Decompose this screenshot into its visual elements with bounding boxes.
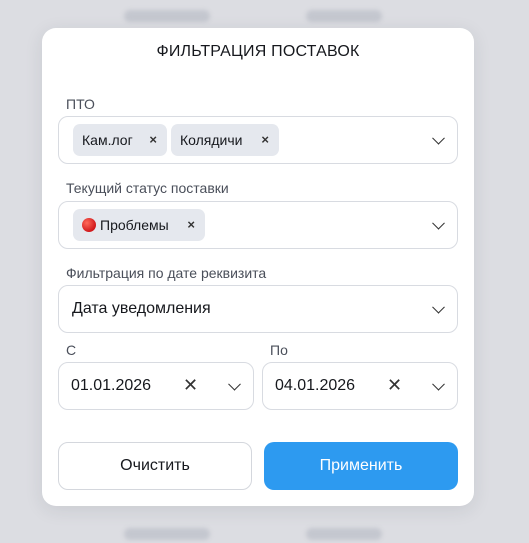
status-dot-icon — [82, 218, 96, 232]
status-select[interactable]: Проблемы × — [58, 201, 458, 249]
to-date-field[interactable]: 04.01.2026 ✕ — [262, 362, 458, 410]
chevron-down-icon[interactable] — [432, 131, 445, 145]
chevron-down-icon[interactable] — [228, 377, 241, 391]
pto-chip-label: Колядичи — [180, 132, 243, 148]
pto-chip-label: Кам.лог — [82, 132, 133, 148]
date-filter-select[interactable]: Дата уведомления — [58, 285, 458, 333]
pto-select[interactable]: Кам.лог × Колядичи × — [58, 116, 458, 164]
from-label: С — [66, 342, 77, 358]
apply-button[interactable]: Применить — [264, 442, 458, 490]
status-label: Текущий статус поставки — [66, 180, 229, 196]
chevron-down-icon[interactable] — [432, 300, 445, 314]
to-date-value: 04.01.2026 — [275, 377, 356, 394]
chevron-down-icon[interactable] — [432, 216, 445, 230]
filter-modal: ФИЛЬТРАЦИЯ ПОСТАВОК ПТО Кам.лог × Коляди… — [42, 28, 474, 506]
close-icon[interactable]: × — [187, 217, 195, 232]
close-icon[interactable]: ✕ — [387, 375, 402, 395]
status-chip-label: Проблемы — [100, 217, 169, 233]
from-date-field[interactable]: 01.01.2026 ✕ — [58, 362, 254, 410]
date-filter-value: Дата уведомления — [72, 300, 211, 317]
pto-label: ПТО — [66, 96, 95, 112]
close-icon[interactable]: ✕ — [183, 375, 198, 395]
status-chip: Проблемы × — [73, 209, 205, 241]
clear-button[interactable]: Очистить — [58, 442, 252, 490]
date-filter-label: Фильтрация по дате реквизита — [66, 265, 267, 281]
modal-title: ФИЛЬТРАЦИЯ ПОСТАВОК — [156, 43, 360, 60]
pto-chip: Колядичи × — [171, 124, 279, 156]
from-date-value: 01.01.2026 — [71, 377, 152, 394]
chevron-down-icon[interactable] — [432, 377, 445, 391]
close-icon[interactable]: × — [149, 132, 157, 147]
pto-chip: Кам.лог × — [73, 124, 167, 156]
close-icon[interactable]: × — [261, 132, 269, 147]
to-label: По — [270, 342, 288, 358]
